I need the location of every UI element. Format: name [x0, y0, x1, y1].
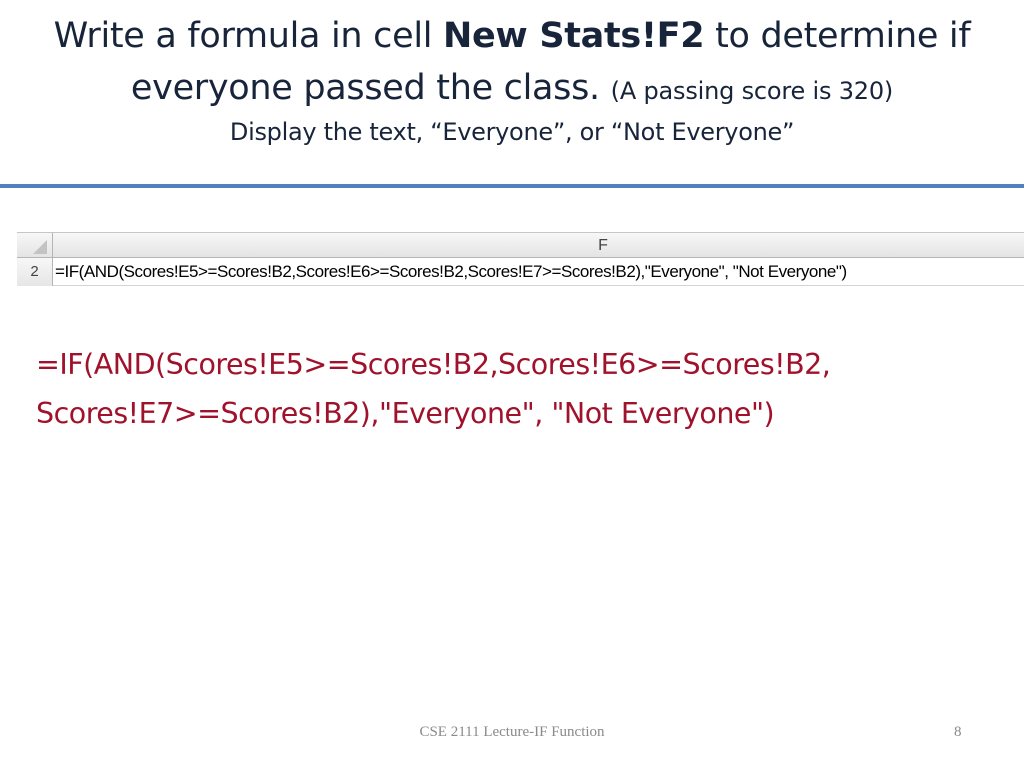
formula-line-2: Scores!E7>=Scores!B2),"Everyone", "Not E…: [36, 397, 775, 430]
title-cell-reference: New Stats!F2: [443, 16, 705, 56]
row-header-2: 2: [17, 258, 53, 286]
cell-f2: =IF(AND(Scores!E5>=Scores!B2,Scores!E6>=…: [55, 262, 847, 281]
select-all-corner: [17, 233, 53, 258]
column-header-row: F: [17, 232, 1024, 258]
slide-footer: CSE 2111 Lecture-IF Function 8: [0, 724, 1024, 744]
title-line-1: Write a formula in cell New Stats!F2 to …: [0, 10, 1024, 62]
spreadsheet-row: 2 =IF(AND(Scores!E5>=Scores!B2,Scores!E6…: [17, 258, 1024, 286]
title-divider: [0, 184, 1024, 188]
page-number: 8: [954, 724, 962, 740]
slide: Write a formula in cell New Stats!F2 to …: [0, 0, 1024, 768]
title-text-post: to determine if: [704, 16, 971, 56]
title-text-pre: Write a formula in cell: [53, 16, 443, 56]
formula-line-1: =IF(AND(Scores!E5>=Scores!B2,Scores!E6>=…: [36, 348, 831, 381]
title-passing-note: (A passing score is 320): [610, 77, 894, 105]
title-text-main: everyone passed the class.: [130, 68, 611, 108]
title-line-2: everyone passed the class. (A passing sc…: [0, 62, 1024, 117]
footer-course-title: CSE 2111 Lecture-IF Function: [419, 724, 605, 740]
slide-subtitle: Display the text, “Everyone”, or “Not Ev…: [229, 118, 795, 146]
formula-answer: =IF(AND(Scores!E5>=Scores!B2,Scores!E6>=…: [36, 340, 1006, 438]
column-header-f: F: [598, 237, 608, 254]
select-all-triangle-icon: [33, 240, 47, 254]
slide-title: Write a formula in cell New Stats!F2 to …: [0, 10, 1024, 149]
spreadsheet-snippet: F 2 =IF(AND(Scores!E5>=Scores!B2,Scores!…: [17, 232, 1024, 292]
